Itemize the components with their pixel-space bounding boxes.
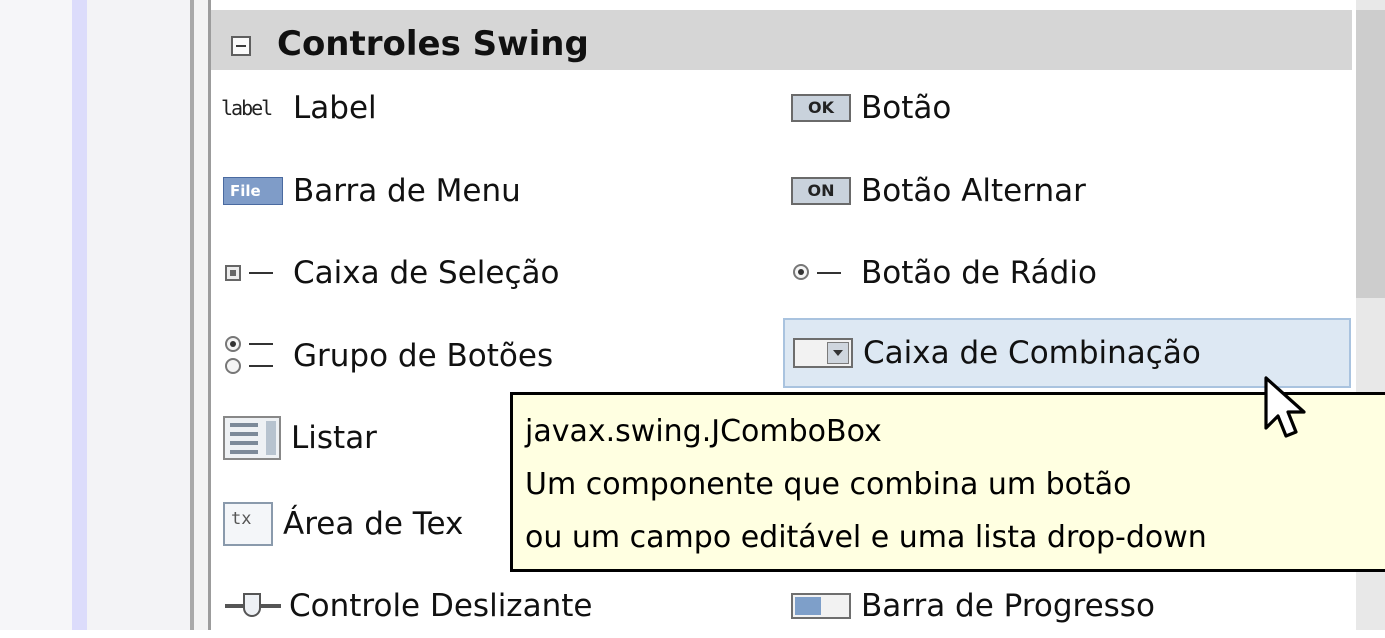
editor-margin-line <box>72 0 87 630</box>
palette-item-text: Controle Deslizante <box>289 588 593 624</box>
palette-item-button-group[interactable]: Grupo de Botões <box>223 324 783 388</box>
palette-item-toggle-button[interactable]: ON Botão Alternar <box>791 159 1351 223</box>
collapse-minus-icon[interactable] <box>231 36 251 56</box>
tooltip-description-line-2: ou um campo editável e uma lista drop-do… <box>525 520 1207 555</box>
palette-item-text: Label <box>293 90 377 126</box>
palette-item-menu-bar[interactable]: File Barra de Menu <box>223 159 783 223</box>
scrollbar-thumb[interactable] <box>1356 10 1385 298</box>
palette-item-text: Botão de Rádio <box>861 255 1097 291</box>
palette-item-slider[interactable]: Controle Deslizante <box>223 574 783 638</box>
tooltip-description-line-1: Um componente que combina um botão <box>525 467 1132 502</box>
text-area-icon: tx <box>223 502 273 546</box>
palette-item-checkbox[interactable]: Caixa de Seleção <box>223 241 783 305</box>
palette-item-progress-bar[interactable]: Barra de Progresso <box>791 574 1351 638</box>
category-title: Controles Swing <box>277 24 589 64</box>
combo-box-icon <box>793 338 853 368</box>
palette-item-text: Botão <box>861 90 952 126</box>
category-header-swing-controls[interactable]: Controles Swing <box>211 10 1352 70</box>
palette-item-text: Área de Tex <box>283 506 464 542</box>
panel-gap <box>87 0 190 630</box>
palette-item-label[interactable]: label Label <box>221 76 781 140</box>
palette-item-text: Botão Alternar <box>861 173 1086 209</box>
palette-item-text: Caixa de Combinação <box>863 335 1201 371</box>
palette-item-radio-button[interactable]: Botão de Rádio <box>791 241 1351 305</box>
editor-margin <box>0 0 72 630</box>
button-group-icon <box>223 334 283 378</box>
panel-divider-gap <box>194 0 208 630</box>
toggle-button-icon: ON <box>791 177 851 205</box>
component-tooltip: javax.swing.JComboBox Um componente que … <box>510 392 1385 572</box>
list-icon <box>223 416 281 460</box>
tooltip-class-name: javax.swing.JComboBox <box>525 414 882 449</box>
palette-item-button[interactable]: OK Botão <box>791 76 1351 140</box>
mouse-pointer-icon <box>1264 376 1306 438</box>
palette-item-text: Listar <box>291 420 377 456</box>
button-component-icon: OK <box>791 94 851 122</box>
palette-item-text: Caixa de Seleção <box>293 255 560 291</box>
label-component-icon: label <box>221 96 273 120</box>
radio-button-icon <box>791 258 851 288</box>
palette-item-text: Barra de Progresso <box>861 588 1155 624</box>
palette-item-text: Grupo de Botões <box>293 338 554 374</box>
palette-item-text: Barra de Menu <box>293 173 521 209</box>
menu-bar-icon: File <box>223 177 283 205</box>
progress-bar-icon <box>791 593 851 619</box>
checkbox-icon <box>223 258 283 288</box>
slider-icon <box>223 591 283 621</box>
